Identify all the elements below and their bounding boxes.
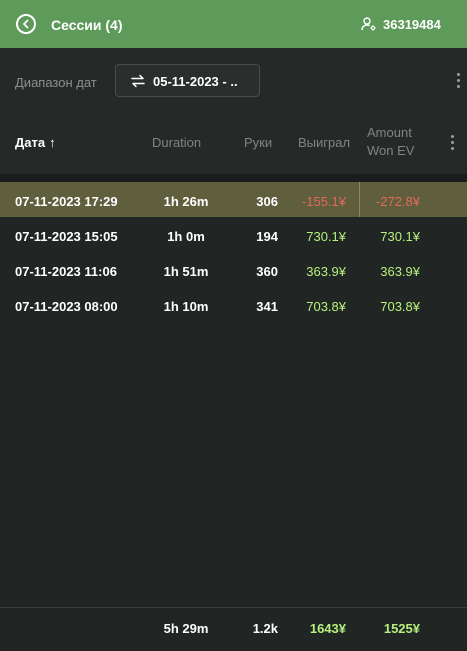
cell-date: 07-11-2023 11:06 xyxy=(15,264,117,279)
app-header: Сессии (4) 36319484 xyxy=(0,0,467,48)
table-header: Дата ↑ Duration Руки Выиграл Amount Won E… xyxy=(0,122,467,174)
filter-menu-icon[interactable] xyxy=(457,73,461,91)
cell-duration: 1h 0m xyxy=(167,229,205,244)
totals-row: 5h 29m 1.2k 1643¥ 1525¥ xyxy=(0,607,467,651)
cell-won-ev: 363.9¥ xyxy=(380,264,420,279)
cell-duration: 1h 10m xyxy=(163,299,209,314)
column-won[interactable]: Выиграл xyxy=(298,135,350,150)
table-row[interactable]: 07-11-2023 15:05 1h 0m 194 730.1¥ 730.1¥ xyxy=(0,217,467,252)
date-range-label: Диапазон дат xyxy=(15,75,97,90)
cell-won: -155.1¥ xyxy=(301,194,346,209)
column-amount-won-ev[interactable]: Amount Won EV xyxy=(367,124,414,160)
cell-won-ev: -272.8¥ xyxy=(375,194,420,209)
user-id[interactable]: 36319484 xyxy=(383,17,441,32)
column-date[interactable]: Дата ↑ xyxy=(15,135,56,150)
cell-hands: 360 xyxy=(256,264,278,279)
cell-won: 363.9¥ xyxy=(306,264,346,279)
cell-won-ev: 703.8¥ xyxy=(380,299,420,314)
column-duration[interactable]: Duration xyxy=(152,135,201,150)
column-hands[interactable]: Руки xyxy=(244,135,272,150)
header-separator xyxy=(0,174,467,182)
sort-ascending-icon: ↑ xyxy=(49,135,56,150)
cell-won: 703.8¥ xyxy=(306,299,346,314)
column-date-label: Дата xyxy=(15,135,46,150)
cell-date: 07-11-2023 15:05 xyxy=(15,229,118,244)
cell-duration: 1h 51m xyxy=(163,264,209,279)
filter-bar: Диапазон дат 05-11-2023 - .. xyxy=(0,48,467,122)
total-hands: 1.2k xyxy=(252,621,278,636)
cell-date: 07-11-2023 08:00 xyxy=(15,299,118,314)
page-title: Сессии (4) xyxy=(51,17,123,33)
total-duration: 5h 29m xyxy=(163,621,209,636)
table-row[interactable]: 07-11-2023 11:06 1h 51m 360 363.9¥ 363.9… xyxy=(0,252,467,287)
cell-date: 07-11-2023 17:29 xyxy=(15,194,118,209)
back-arrow-circle-icon[interactable] xyxy=(16,14,36,34)
cell-hands: 194 xyxy=(256,229,278,244)
date-range-value: 05-11-2023 - .. xyxy=(153,74,238,89)
column-amount-won-ev-line1: Amount xyxy=(367,125,412,140)
cell-duration: 1h 26m xyxy=(163,194,209,209)
sessions-table-body: 07-11-2023 17:29 1h 26m 306 -155.1¥ -272… xyxy=(0,182,467,322)
cell-hands: 306 xyxy=(256,194,278,209)
cell-hands: 341 xyxy=(256,299,278,314)
date-range-button[interactable]: 05-11-2023 - .. xyxy=(115,64,260,97)
user-settings-icon[interactable] xyxy=(361,16,377,37)
total-won-ev: 1525¥ xyxy=(383,621,420,636)
column-amount-won-ev-line2: Won EV xyxy=(367,143,415,158)
swap-arrows-icon xyxy=(131,74,145,93)
table-row[interactable]: 07-11-2023 08:00 1h 10m 341 703.8¥ 703.8… xyxy=(0,287,467,322)
cell-won-ev: 730.1¥ xyxy=(380,229,420,244)
cell-won: 730.1¥ xyxy=(306,229,346,244)
table-row[interactable]: 07-11-2023 17:29 1h 26m 306 -155.1¥ -272… xyxy=(0,182,467,217)
total-won: 1643¥ xyxy=(309,621,346,636)
columns-menu-icon[interactable] xyxy=(451,135,455,153)
